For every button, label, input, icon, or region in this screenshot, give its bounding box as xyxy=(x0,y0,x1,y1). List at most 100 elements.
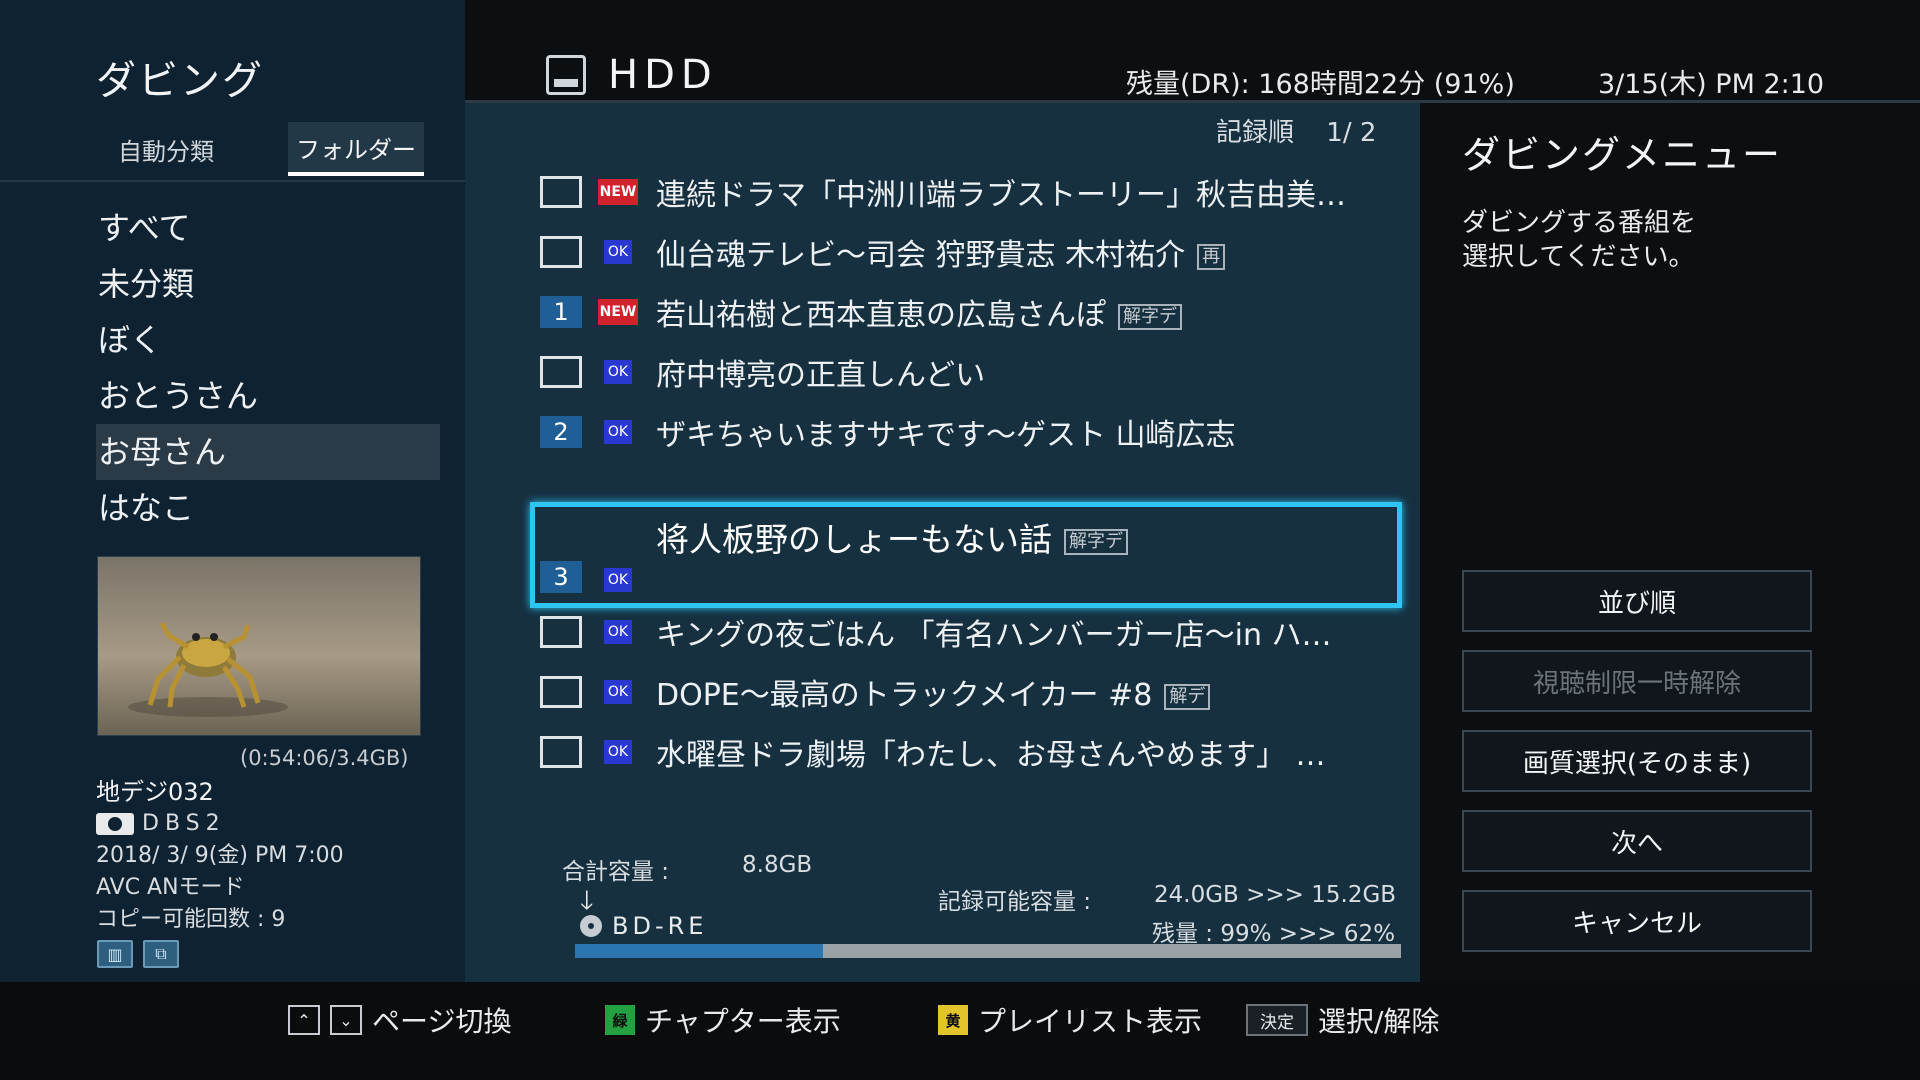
source-label: HDD xyxy=(608,52,718,98)
folder-item-okaasan[interactable]: お母さん xyxy=(96,424,440,480)
program-row[interactable]: OK DOPE〜最高のトラックメイカー #8 解デ xyxy=(540,662,1400,722)
playlist-label: プレイリスト表示 xyxy=(978,1005,1203,1038)
current-date: 3/15(木) PM 2:10 xyxy=(1598,69,1825,100)
remaining-percent: 残量 : 99% >>> 62% xyxy=(1152,921,1396,947)
hdd-icon xyxy=(546,55,586,95)
enter-key-icon: 決定 xyxy=(1246,1004,1308,1036)
program-title: DOPE〜最高のトラックメイカー #8 解デ xyxy=(656,670,1211,714)
folder-list: すべて 未分類 ぼく おとうさん お母さん はなこ xyxy=(96,200,440,536)
focus-cursor xyxy=(530,502,1402,608)
playlist-hint: 黄 プレイリスト表示 xyxy=(938,1000,1202,1040)
recording-mode: AVC ANモード xyxy=(96,875,245,900)
chapter-label: チャプター表示 xyxy=(645,1005,841,1038)
program-row[interactable]: 2 OK ザキちゃいますサキです〜ゲスト 山崎広志 xyxy=(540,402,1400,462)
page-switch-label: ページ切換 xyxy=(372,1005,512,1038)
page-switch-hint: ⌃ ⌄ ページ切換 xyxy=(288,1000,511,1040)
folder-item-boku[interactable]: ぼく xyxy=(96,312,440,368)
recordable-capacity-values: 24.0GB >>> 15.2GB xyxy=(1154,882,1397,908)
menu-title: ダビングメニュー xyxy=(1462,133,1783,177)
select-label: 選択/解除 xyxy=(1318,1005,1440,1038)
program-title: 水曜昼ドラ劇場「わたし、お母さんやめます」 … xyxy=(656,738,1326,773)
copy-ok-badge: OK xyxy=(598,679,638,705)
checkbox[interactable] xyxy=(540,236,582,268)
program-title: 若山祐樹と西本直恵の広島さんぽ 解字デ xyxy=(656,290,1182,334)
page-down-key-icon: ⌄ xyxy=(330,1005,362,1035)
checkbox[interactable] xyxy=(540,736,582,768)
program-info: 地デジ032 DBS2 2018/ 3/ 9(金) PM 7:00 AVC AN… xyxy=(96,776,344,936)
green-key-icon: 緑 xyxy=(605,1005,635,1035)
capacity-bar xyxy=(575,944,1401,958)
source-header: HDD xyxy=(546,52,718,98)
copy-ok-badge: OK xyxy=(598,619,638,645)
parental-unlock-button[interactable]: 視聴制限一時解除 xyxy=(1462,650,1812,712)
selection-number[interactable]: 1 xyxy=(540,296,582,328)
program-row[interactable]: OK キングの夜ごはん 「有名ハンバーガー店〜in ハ… xyxy=(540,602,1400,662)
total-capacity-label: 合計容量 : xyxy=(562,859,670,885)
copy-ok-badge: OK xyxy=(598,359,638,385)
program-row[interactable]: OK 府中博亮の正直しんどい xyxy=(540,342,1400,402)
selection-number[interactable]: 2 xyxy=(540,416,582,448)
program-title: 府中博亮の正直しんどい xyxy=(656,358,986,393)
disc-icon xyxy=(580,915,602,937)
program-row[interactable]: OK 仙台魂テレビ〜司会 狩野貴志 木村祐介再 xyxy=(540,222,1400,282)
checkbox[interactable] xyxy=(540,616,582,648)
chapter-hint: 緑 チャプター表示 xyxy=(605,1000,841,1040)
page-up-key-icon: ⌃ xyxy=(288,1005,320,1035)
panel-title: ダビング xyxy=(96,58,264,104)
page-indicator: 1/ 2 xyxy=(1326,118,1377,148)
copy-ok-badge: OK xyxy=(598,739,638,765)
info-icons: ▥ ⧉ xyxy=(97,940,179,968)
tab-folder[interactable]: フォルダー xyxy=(288,122,424,176)
channel-label: 地デジ032 xyxy=(96,778,214,806)
checkbox[interactable] xyxy=(540,176,582,208)
target-media: BD-RE xyxy=(580,912,707,940)
select-hint: 決定 選択/解除 xyxy=(1246,1000,1439,1040)
program-row[interactable]: OK 水曜昼ドラ劇場「わたし、お母さんやめます」 … xyxy=(540,722,1400,782)
program-title: 仙台魂テレビ〜司会 狩野貴志 木村祐介再 xyxy=(656,230,1226,274)
new-badge: NEW xyxy=(598,179,638,205)
menu-description: ダビングする番組を 選択してください。 xyxy=(1462,206,1696,274)
program-title: ザキちゃいますサキです〜ゲスト 山崎広志 xyxy=(656,418,1236,453)
target-media-label: BD-RE xyxy=(612,912,708,940)
checkbox[interactable] xyxy=(540,356,582,388)
next-button[interactable]: 次へ xyxy=(1462,810,1812,872)
program-thumbnail xyxy=(97,556,421,736)
sort-order-button[interactable]: 並び順 xyxy=(1462,570,1812,632)
copy-ok-badge: OK xyxy=(598,239,638,265)
total-capacity-value: 8.8GB xyxy=(742,852,813,878)
quality-select-button[interactable]: 画質選択(そのまま) xyxy=(1462,730,1812,792)
sort-info: 記録順 1/ 2 xyxy=(1216,112,1376,149)
capacity-bar-fill xyxy=(575,944,823,958)
caption-tag: 解デ xyxy=(1164,683,1211,710)
cancel-button[interactable]: キャンセル xyxy=(1462,890,1812,952)
station-row: DBS2 xyxy=(96,808,344,840)
copy-count: コピー可能回数 : 9 xyxy=(96,907,286,932)
yellow-key-icon: 黄 xyxy=(938,1005,968,1035)
program-row[interactable]: NEW 連続ドラマ「中洲川端ラブストーリー」秋吉由美… xyxy=(540,162,1400,222)
menu-description-line: 選択してください。 xyxy=(1462,242,1695,272)
folder-item-hanako[interactable]: はなこ xyxy=(96,480,440,536)
station-label: DBS2 xyxy=(142,811,226,836)
copy-icon: ⧉ xyxy=(143,940,179,968)
checkbox[interactable] xyxy=(540,676,582,708)
eye-icon xyxy=(96,813,134,835)
rerun-tag: 再 xyxy=(1197,243,1226,270)
program-duration: (0:54:06/3.4GB) xyxy=(240,746,409,770)
program-title: キングの夜ごはん 「有名ハンバーガー店〜in ハ… xyxy=(656,618,1332,653)
copy-ok-badge: OK xyxy=(598,419,638,445)
caption-tag: 解字デ xyxy=(1118,303,1182,330)
new-badge: NEW xyxy=(598,299,638,325)
remaining-capacity: 残量(DR): 168時間22分 (91%) xyxy=(1126,69,1515,100)
program-title: 連続ドラマ「中洲川端ラブストーリー」秋吉由美… xyxy=(656,178,1346,213)
folder-item-otousan[interactable]: おとうさん xyxy=(96,368,440,424)
program-datetime: 2018/ 3/ 9(金) PM 7:00 xyxy=(96,843,344,868)
tab-auto-classify[interactable]: 自動分類 xyxy=(96,122,236,176)
sort-order: 記録順 xyxy=(1216,118,1295,148)
recordable-capacity-label: 記録可能容量 : xyxy=(938,889,1092,915)
folder-item-unclassified[interactable]: 未分類 xyxy=(96,256,440,312)
trash-icon: ▥ xyxy=(97,940,133,968)
program-row[interactable]: 1 NEW 若山祐樹と西本直恵の広島さんぽ 解字デ xyxy=(540,282,1400,342)
menu-description-line: ダビングする番組を xyxy=(1462,208,1697,238)
divider xyxy=(0,180,465,182)
folder-item-all[interactable]: すべて xyxy=(96,200,440,256)
